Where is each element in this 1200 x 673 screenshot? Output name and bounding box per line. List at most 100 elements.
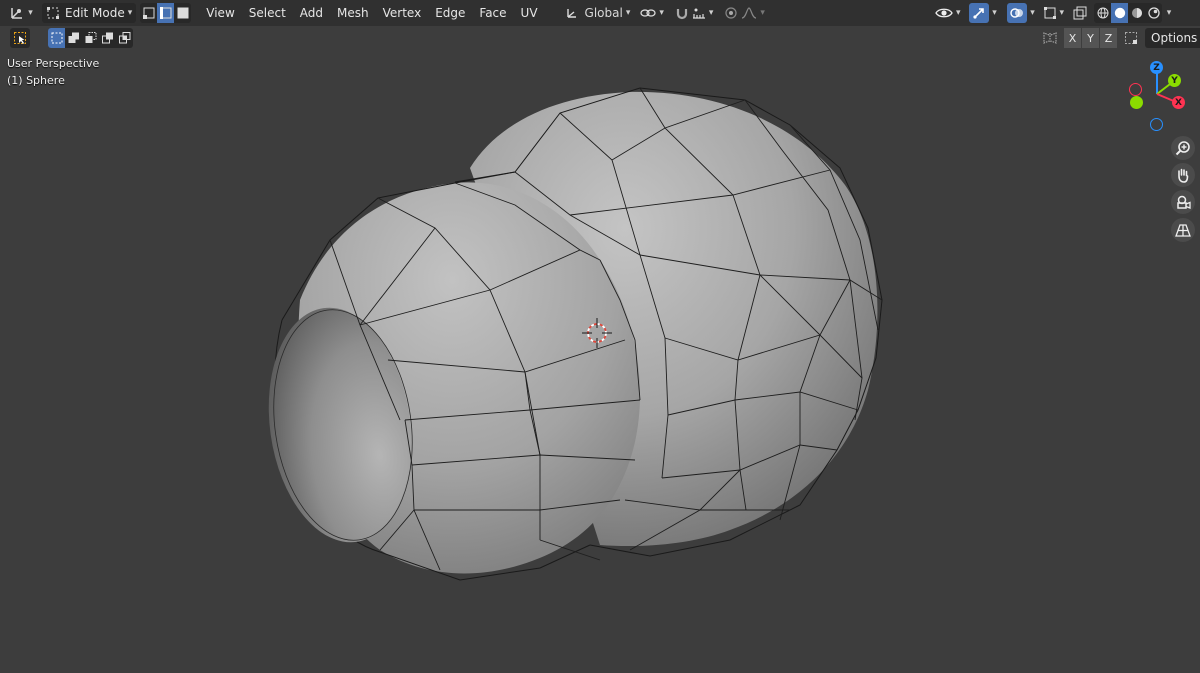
edge-select-button[interactable] [157,3,175,23]
face-select-button[interactable] [174,3,191,23]
menu-view[interactable]: View [199,3,241,23]
3d-cursor [582,318,612,348]
perspective-toggle-button[interactable] [1171,218,1195,242]
select-extend-button[interactable] [65,28,82,48]
edge-select-icon [159,7,172,19]
mirror-y-toggle[interactable]: Y [1082,28,1099,48]
select-extend-icon [68,32,79,43]
select-intersect-button[interactable] [116,28,133,48]
zoom-button[interactable] [1171,136,1195,160]
select-intersect-icon [118,32,130,44]
gizmo-icon [972,8,984,19]
transform-gizmo-icon [11,8,23,19]
edit-mode-icon [47,7,59,19]
shading-dropdown[interactable]: ▾ [1162,3,1176,23]
wireframe-sphere-icon [1097,7,1109,19]
pivot-point-dropdown[interactable]: ▾ [640,3,664,23]
shading-rendered-button[interactable] [1145,3,1162,23]
select-box-icon [14,32,26,44]
options-dropdown[interactable]: Options ▾ [1145,28,1200,48]
view-perspective-label: User Perspective [7,57,100,70]
menu-mesh[interactable]: Mesh [330,3,376,23]
link-icon [640,9,657,17]
overlay-toggle[interactable] [1006,3,1027,23]
select-tool-button[interactable] [10,28,30,48]
gizmo-toggle[interactable] [968,3,989,23]
visibility-eye-icon [935,8,953,18]
xray-icon [1073,6,1087,20]
select-mode-group [140,3,192,23]
chevron-down-icon: ▾ [992,7,997,18]
perspective-grid-icon [1175,224,1191,237]
mesh-overlay-toggle[interactable]: ▾ [1043,3,1064,23]
editor-type-button[interactable]: ▾ [6,3,36,23]
vertex-select-button[interactable] [140,3,157,23]
mode-dropdown[interactable]: Edit Mode ▾ [42,3,137,23]
gizmo-neg-x-axis[interactable] [1129,83,1142,96]
menu-select[interactable]: Select [242,3,293,23]
falloff-dropdown[interactable]: ▾ [741,3,765,23]
xray-toggle[interactable] [1070,3,1090,23]
gizmo-x-axis[interactable]: X [1172,96,1185,109]
mirror-z-toggle[interactable]: Z [1100,28,1117,48]
camera-view-button[interactable] [1171,190,1195,214]
chevron-down-icon: ▾ [956,7,961,18]
gizmo-y-axis[interactable]: Y [1168,74,1181,87]
gizmo-z-axis[interactable]: Z [1150,61,1163,74]
chevron-down-icon: ▾ [708,7,714,18]
mirror-butterfly-icon [1043,32,1057,44]
falloff-curve-icon [742,7,757,19]
visibility-dropdown[interactable]: ▾ [935,3,961,23]
menu-bar: View Select Add Mesh Vertex Edge Face UV [199,3,544,23]
select-invert-button[interactable] [99,28,116,48]
mirror-x-toggle[interactable]: X [1064,28,1081,48]
camera-icon [1177,195,1191,209]
select-new-icon [51,32,62,44]
overlay-icon [1009,8,1023,18]
chevron-down-icon: ▾ [760,7,765,18]
orientation-axes-icon [566,9,576,18]
menu-edge[interactable]: Edge [428,3,472,23]
snap-increment-icon [692,8,705,19]
front-sphere [268,171,641,581]
snap-toggle[interactable] [672,3,692,23]
magnet-icon [676,9,687,20]
select-invert-icon [101,32,113,44]
shading-wireframe-button[interactable] [1094,3,1111,23]
rendered-sphere-icon [1147,7,1160,19]
snap-target-dropdown[interactable]: ▾ [692,3,714,23]
shading-material-button[interactable] [1128,3,1145,23]
shading-solid-button[interactable] [1111,3,1129,23]
solid-sphere-icon [1114,7,1125,19]
proportional-edit-toggle[interactable] [721,3,741,23]
chevron-down-icon: ▾ [28,7,33,18]
menu-face[interactable]: Face [472,3,513,23]
shading-mode-group [1094,3,1163,23]
overlay-dropdown[interactable]: ▾ [1027,3,1039,23]
menu-uv[interactable]: UV [514,3,545,23]
select-new-button[interactable] [48,28,65,48]
menu-vertex[interactable]: Vertex [376,3,429,23]
chevron-down-icon: ▾ [625,7,631,18]
select-subtract-button[interactable] [82,28,99,48]
mesh-sphere-object[interactable] [0,0,1200,673]
back-sphere [454,87,883,557]
chevron-down-icon: ▾ [127,8,133,18]
menu-add[interactable]: Add [293,3,330,23]
proportional-circle-icon [725,7,738,19]
mesh-edit-overlay-icon [1043,7,1056,19]
face-select-icon [177,7,189,19]
orientation-dropdown[interactable]: Global ▾ [561,3,635,23]
navigation-gizmo[interactable]: Z Y X [1120,56,1196,136]
orientation-label: Global [584,6,623,20]
viewport-header: ▾ Edit Mode ▾ View Select Add Mesh Verte… [0,0,1200,26]
auto-merge-toggle[interactable] [1121,28,1141,48]
chevron-down-icon: ▾ [659,7,664,18]
chevron-down-icon: ▾ [1166,7,1172,18]
chevron-down-icon: ▾ [1030,7,1035,18]
select-subtract-icon [85,32,96,43]
gizmo-dropdown[interactable]: ▾ [989,3,1001,23]
gizmo-neg-z-axis[interactable] [1150,118,1163,131]
gizmo-neg-y-axis[interactable] [1130,96,1143,109]
pan-button[interactable] [1171,163,1195,187]
